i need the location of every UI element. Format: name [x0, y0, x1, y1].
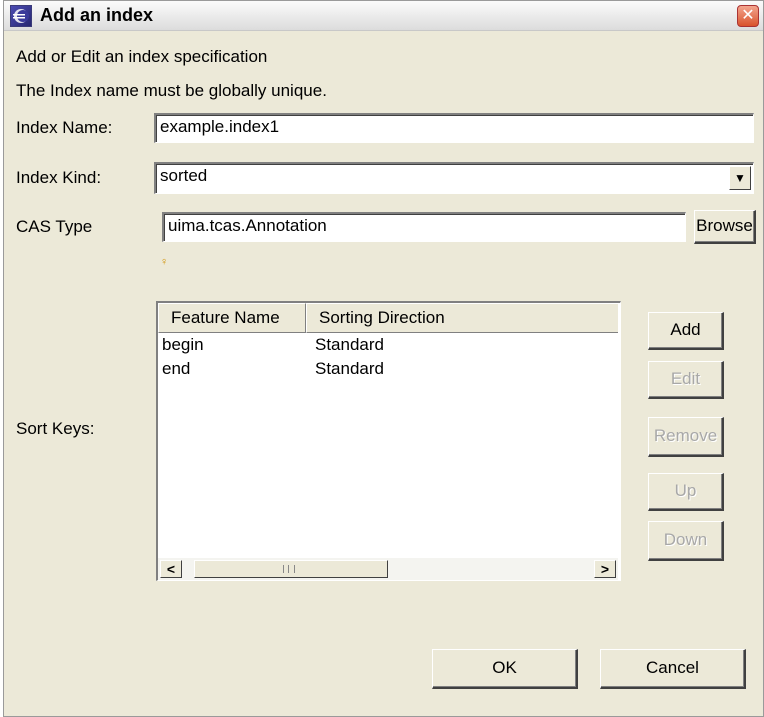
horizontal-scrollbar[interactable]: < >	[158, 558, 618, 580]
sorting-direction-cell: Standard	[315, 359, 384, 378]
index-kind-select[interactable]: sorted ▼	[154, 162, 754, 194]
description-line-1: Add or Edit an index specification	[16, 47, 268, 66]
column-header-feature-name[interactable]: Feature Name	[158, 303, 306, 333]
table-header: Feature Name Sorting Direction	[158, 303, 618, 333]
sort-keys-label: Sort Keys:	[16, 419, 95, 438]
up-button[interactable]: Up	[648, 473, 724, 511]
add-button[interactable]: Add	[648, 312, 724, 350]
description-line-2: The Index name must be globally unique.	[16, 81, 327, 100]
index-name-label: Index Name:	[16, 118, 113, 137]
cas-type-label: CAS Type	[16, 217, 93, 236]
down-button[interactable]: Down	[648, 521, 724, 561]
edit-button[interactable]: Edit	[648, 361, 724, 399]
sort-keys-table[interactable]: Feature Name Sorting Direction begin Sta…	[156, 301, 621, 581]
eclipse-icon	[10, 5, 32, 27]
index-kind-label: Index Kind:	[16, 168, 102, 187]
chevron-down-icon[interactable]: ▼	[729, 166, 751, 190]
index-name-field[interactable]: example.index1	[154, 113, 754, 143]
ok-button[interactable]: OK	[432, 649, 578, 689]
sorting-direction-cell: Standard	[315, 335, 384, 354]
cas-type-field[interactable]: uima.tcas.Annotation	[162, 212, 686, 242]
arrow-right-icon[interactable]: >	[594, 560, 616, 578]
lightbulb-icon: ♀	[160, 256, 169, 268]
column-header-sorting-direction[interactable]: Sorting Direction	[306, 303, 618, 333]
remove-button[interactable]: Remove	[648, 417, 724, 457]
add-index-dialog: Add an index ✕ Add or Edit an index spec…	[3, 0, 764, 717]
cancel-button[interactable]: Cancel	[600, 649, 746, 689]
index-kind-value: sorted	[160, 166, 208, 185]
close-icon[interactable]: ✕	[737, 5, 759, 27]
grip-icon	[283, 565, 295, 573]
feature-name-cell: begin	[162, 335, 204, 354]
title-bar[interactable]: Add an index ✕	[4, 1, 763, 31]
browse-button[interactable]: Browse	[694, 210, 756, 244]
feature-name-cell: end	[162, 359, 191, 378]
scrollbar-thumb[interactable]	[194, 560, 388, 578]
arrow-left-icon[interactable]: <	[160, 560, 182, 578]
dialog-title: Add an index	[40, 5, 154, 25]
